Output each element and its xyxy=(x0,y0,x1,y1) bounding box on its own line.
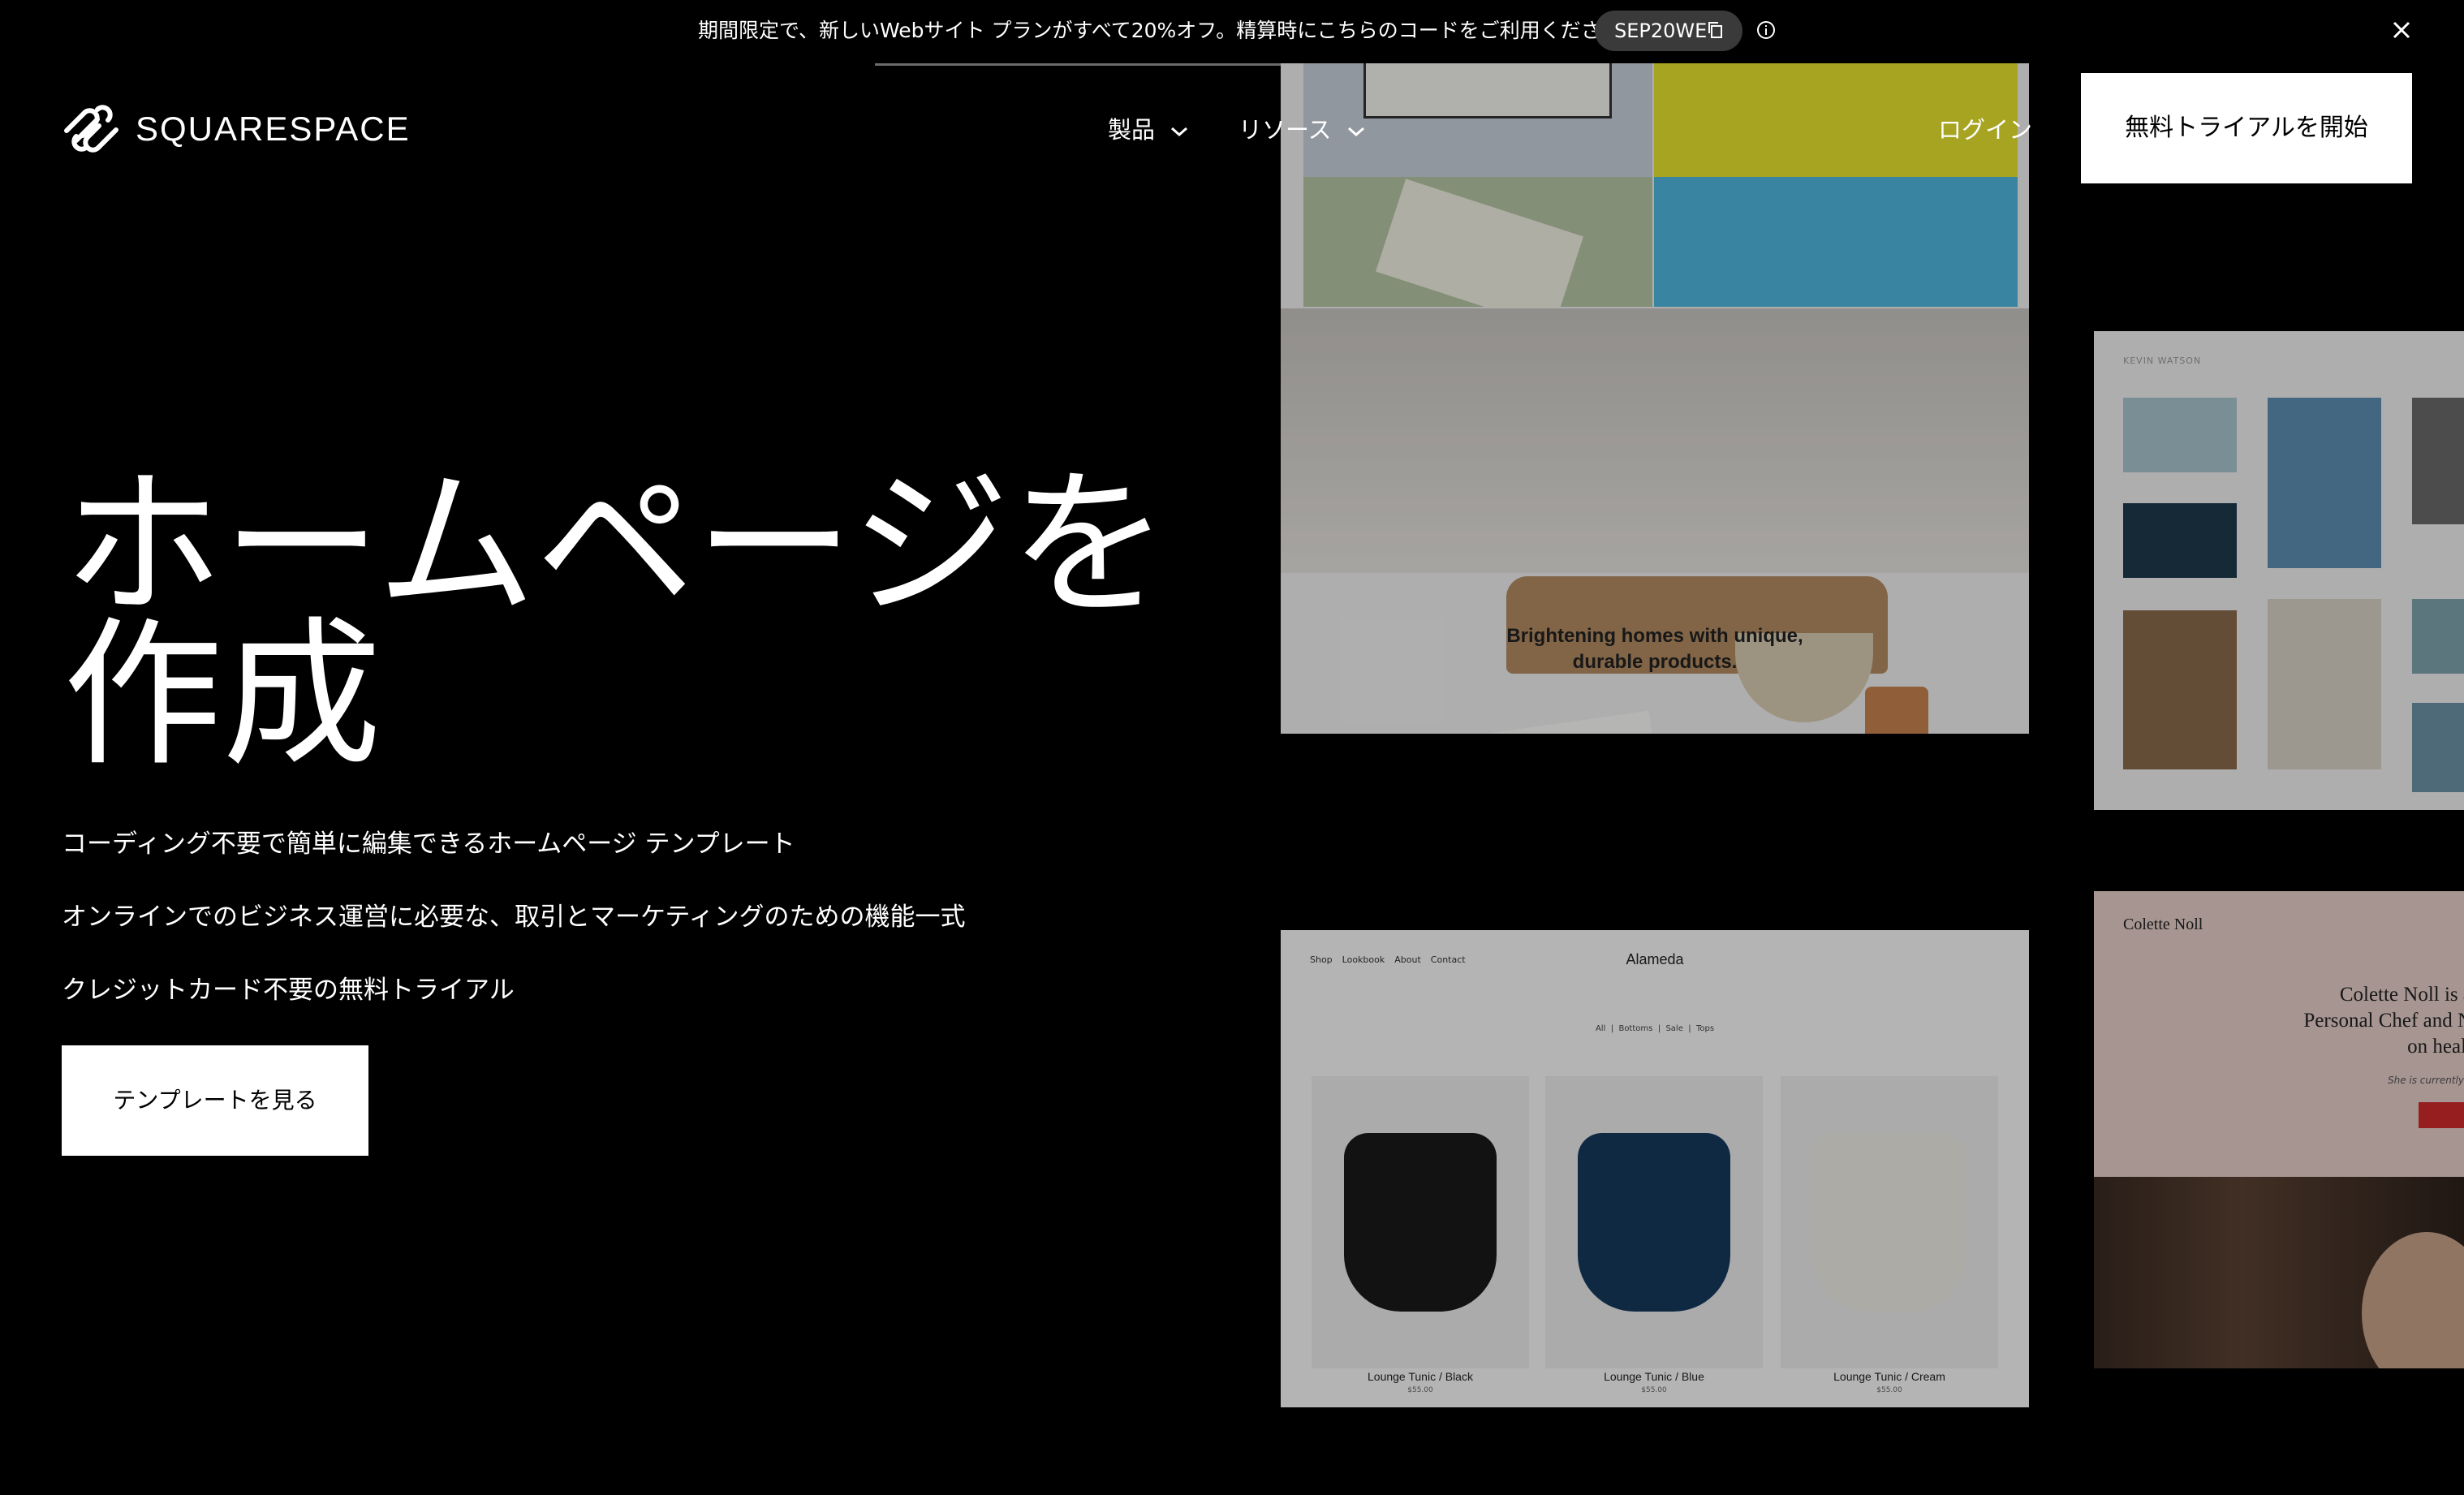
close-icon[interactable] xyxy=(2389,18,2414,42)
page-title: ホームページを 作成 xyxy=(63,453,1170,788)
template-site-name: Colette Noll xyxy=(2123,916,2203,933)
template-categories: All | Bottoms | Sale | Tops xyxy=(1595,1024,1715,1033)
product-price: $55.00 xyxy=(1407,1386,1433,1394)
nav-resources[interactable]: リソース xyxy=(1238,114,1365,146)
logo-wordmark: SQUARESPACE xyxy=(136,110,411,148)
carousel-progress xyxy=(875,63,1281,66)
nav-resources-label: リソース xyxy=(1238,116,1332,144)
template-card-alameda[interactable]: Shop Lookbook About Contact Alameda All | B… xyxy=(1281,930,2029,1407)
view-templates-button[interactable]: テンプレートを見る xyxy=(62,1045,368,1156)
squarespace-logo-icon xyxy=(64,105,118,153)
product-name: Lounge Tunic / Cream xyxy=(1833,1370,1945,1383)
promo-code-label: SEP20WE xyxy=(1614,19,1708,42)
nav-products[interactable]: 製品 xyxy=(1108,114,1188,146)
template-button xyxy=(2419,1102,2464,1128)
template-site-name: KEVIN WATSON xyxy=(2123,355,2202,366)
product-name: Lounge Tunic / Black xyxy=(1368,1370,1473,1383)
chevron-down-icon xyxy=(1171,127,1188,137)
promo-banner: 期間限定で、新しいWebサイト プランがすべて20%オフ。精算時にこちらのコード… xyxy=(0,0,2464,62)
template-brand: Alameda xyxy=(1626,951,1684,967)
template-photo xyxy=(1281,308,2029,734)
info-icon[interactable] xyxy=(1755,19,1777,41)
feature-item: クレジットカード不要の無料トライアル xyxy=(62,976,515,1005)
feature-item: オンラインでのビジネス運営に必要な、取引とマーケティングのための機能一式 xyxy=(62,903,966,932)
template-card-home-goods[interactable]: Brightening homes with unique, durable p… xyxy=(1281,63,2029,734)
template-card-photographer[interactable]: KEVIN WATSON xyxy=(2094,331,2464,810)
promo-text: 期間限定で、新しいWebサイト プランがすべて20%オフ。精算時にこちらのコード… xyxy=(698,19,1629,42)
template-subtext: She is currently xyxy=(2387,1075,2464,1086)
product-tile xyxy=(1312,1076,1529,1368)
copy-icon[interactable] xyxy=(1707,21,1725,39)
template-caption: Brightening homes with unique, durable p… xyxy=(1506,625,1803,673)
product-tile xyxy=(1545,1076,1763,1368)
product-price: $55.00 xyxy=(1876,1386,1902,1394)
login-link[interactable]: ログイン xyxy=(1938,114,2032,146)
template-collage xyxy=(1281,63,2029,330)
start-trial-button[interactable]: 無料トライアルを開始 xyxy=(2081,73,2412,183)
template-headline: Colette Noll is a Personal Chef and N on… xyxy=(2303,984,2464,1058)
nav-products-label: 製品 xyxy=(1108,116,1156,144)
chevron-down-icon xyxy=(1347,127,1364,137)
product-tile xyxy=(1781,1076,1998,1368)
product-price: $55.00 xyxy=(1641,1386,1667,1394)
feature-item: コーディング不要で簡単に編集できるホームページ テンプレート xyxy=(62,829,795,859)
product-name: Lounge Tunic / Blue xyxy=(1604,1370,1704,1383)
template-card-chef[interactable]: Colette Noll Colette Noll is a Personal … xyxy=(2094,891,2464,1368)
